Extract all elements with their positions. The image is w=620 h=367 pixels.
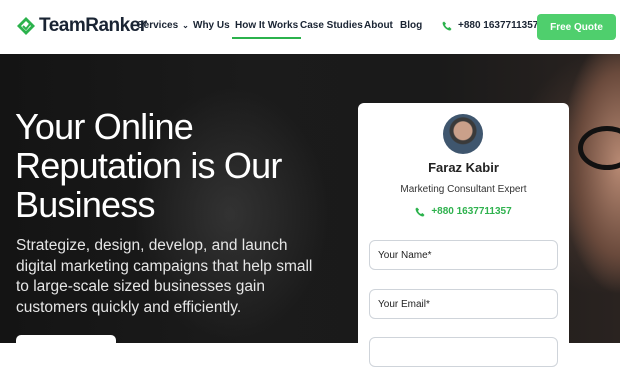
header-phone[interactable]: +880 1637711357 — [442, 20, 538, 31]
avatar — [443, 114, 483, 154]
nav-item-why-us[interactable]: Why Us — [193, 20, 230, 31]
nav-item-label: Services — [137, 20, 179, 31]
consultant-phone[interactable]: +880 1637711357 — [358, 206, 569, 217]
logo[interactable]: TeamRanker — [16, 15, 147, 37]
hero-description: Strategize, design, develop, and launch … — [16, 237, 313, 316]
nav-item-services[interactable]: Services ⌄ — [137, 20, 189, 31]
phone-icon — [442, 21, 452, 30]
next-field[interactable] — [369, 337, 558, 367]
phone-icon — [415, 207, 425, 216]
header-phone-number: +880 1637711357 — [458, 20, 539, 31]
nav-item-about[interactable]: About — [364, 20, 393, 31]
consultant-name: Faraz Kabir — [428, 160, 499, 175]
hero-cta-button[interactable] — [16, 335, 116, 343]
top-navbar: TeamRanker Services ⌄ Why Us How It Works… — [0, 0, 620, 54]
hero-person-image — [560, 54, 620, 314]
chevron-down-icon: ⌄ — [182, 21, 189, 30]
free-quote-button[interactable]: Free Quote — [537, 14, 616, 40]
name-input[interactable] — [370, 241, 557, 269]
email-field[interactable] — [369, 289, 558, 319]
nav-item-blog[interactable]: Blog — [400, 20, 422, 31]
logo-mark-icon — [17, 17, 35, 35]
name-field[interactable] — [369, 240, 558, 270]
nav-item-how-it-works[interactable]: How It Works — [231, 20, 302, 39]
consultant-role: Marketing Consultant Expert — [400, 184, 527, 195]
hero-title: Your Online Reputation is Our Business — [15, 106, 282, 225]
nav-item-case-studies[interactable]: Case Studies — [300, 20, 363, 31]
consultant-phone-number: +880 1637711357 — [431, 206, 512, 217]
logo-text: TeamRanker — [39, 15, 147, 36]
email-input[interactable] — [370, 290, 557, 318]
